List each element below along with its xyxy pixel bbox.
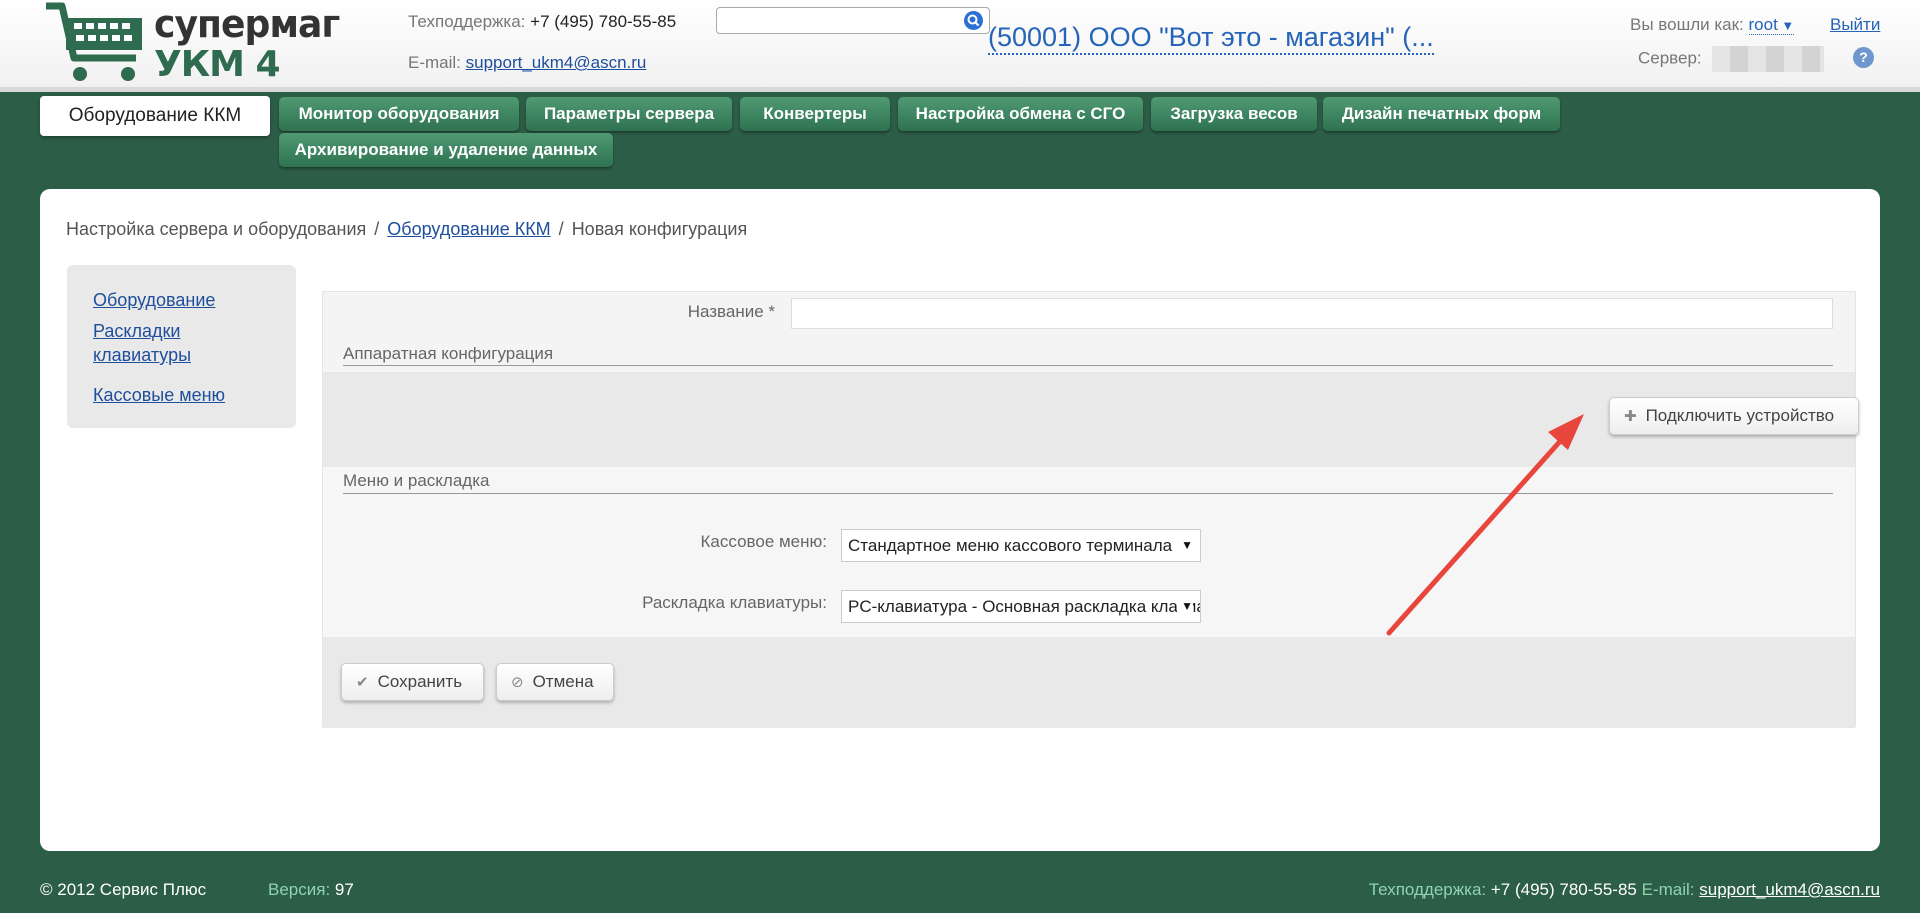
keyboard-layout-select[interactable]: PC-клавиатура - Основная раскладка клави… xyxy=(841,590,1201,623)
app-logo[interactable]: супермаг УКМ 4 xyxy=(44,0,340,88)
tab-kkm-equipment[interactable]: Оборудование ККМ xyxy=(40,96,270,136)
help-icon[interactable]: ? xyxy=(1853,47,1874,68)
plus-icon: ✚ xyxy=(1624,408,1637,425)
support-label: Техподдержка: xyxy=(408,12,526,31)
footer-email-link[interactable]: support_ukm4@ascn.ru xyxy=(1699,880,1880,899)
section-divider xyxy=(343,365,1833,366)
dropdown-arrow-icon: ▼ xyxy=(1177,591,1193,622)
hardware-config-area: ✚ Подключить устройство xyxy=(323,372,1859,467)
email-link[interactable]: support_ukm4@ascn.ru xyxy=(466,53,647,72)
header-email: E-mail: support_ukm4@ascn.ru xyxy=(408,53,646,73)
breadcrumb-separator: / xyxy=(558,219,564,239)
breadcrumb-separator: / xyxy=(374,219,380,239)
footer-version: Версия: 97 xyxy=(268,880,354,900)
name-row: Название * Аппаратная конфигурация xyxy=(323,292,1855,370)
form-actions: ✔ Сохранить ⊘ Отмена xyxy=(323,637,1855,728)
hw-section-title: Аппаратная конфигурация xyxy=(343,344,554,363)
logged-in-label: Вы вошли как: xyxy=(1630,15,1744,34)
login-info: Вы вошли как: root ▼ xyxy=(1630,15,1795,35)
save-label: Сохранить xyxy=(377,672,463,691)
username[interactable]: root xyxy=(1749,15,1778,34)
tab-converters[interactable]: Конвертеры xyxy=(740,97,890,131)
shopping-cart-icon xyxy=(46,2,142,81)
cancel-button[interactable]: ⊘ Отмена xyxy=(496,663,614,701)
version-label: Версия: xyxy=(268,880,331,899)
logo-subtitle: УКМ 4 xyxy=(154,44,281,85)
dropdown-arrow-icon: ▼ xyxy=(1177,530,1193,561)
sidebar-item-cash-menus[interactable]: Кассовые меню xyxy=(93,383,225,407)
tab-sgo-exchange[interactable]: Настройка обмена с СГО xyxy=(898,97,1143,131)
connect-device-label: Подключить устройство xyxy=(1645,406,1835,425)
user-menu[interactable]: root ▼ xyxy=(1748,15,1795,35)
server-info: Сервер: xyxy=(1638,46,1825,72)
email-label: E-mail: xyxy=(408,53,461,72)
search-input[interactable] xyxy=(716,7,990,34)
support-phone: +7 (495) 780-55-85 xyxy=(530,12,677,31)
save-button[interactable]: ✔ Сохранить xyxy=(341,663,484,701)
name-label: Название * xyxy=(687,302,775,321)
cancel-label: Отмена xyxy=(532,672,594,691)
connect-device-button[interactable]: ✚ Подключить устройство xyxy=(1609,397,1859,435)
logout-link[interactable]: Выйти xyxy=(1830,15,1880,35)
cash-menu-label: Кассовое меню: xyxy=(700,532,827,551)
header: супермаг УКМ 4 Техподдержка: +7 (495) 78… xyxy=(0,0,1920,92)
tab-archiving[interactable]: Архивирование и удаление данных xyxy=(279,133,613,167)
cash-menu-value: Стандартное меню кассового терминала xyxy=(848,536,1173,555)
menu-layout-area: Меню и раскладка Кассовое меню: Стандарт… xyxy=(323,467,1855,637)
configuration-form: Название * Аппаратная конфигурация ✚ Под… xyxy=(322,291,1859,728)
footer-support-phone: +7 (495) 780-55-85 xyxy=(1490,880,1637,899)
menu-section-title: Меню и раскладка xyxy=(343,471,490,490)
sidebar-item-equipment[interactable]: Оборудование xyxy=(93,288,215,312)
breadcrumb-link-kkm[interactable]: Оборудование ККМ xyxy=(387,219,550,239)
server-label: Сервер: xyxy=(1638,48,1702,68)
sidebar-item-keyboard-layouts[interactable]: Раскладки клавиатуры xyxy=(93,319,213,367)
store-selector[interactable]: (50001) ООО "Вот это - магазин" (... xyxy=(988,22,1434,55)
tab-scale-loading[interactable]: Загрузка весов xyxy=(1151,97,1317,131)
footer-email-label: E-mail: xyxy=(1641,880,1695,899)
cancel-icon: ⊘ xyxy=(511,674,524,691)
main-panel: Настройка сервера и оборудования / Оборудо… xyxy=(40,189,1880,851)
tab-server-params[interactable]: Параметры сервера xyxy=(526,97,732,131)
breadcrumb-root: Настройка сервера и оборудования xyxy=(66,219,367,239)
server-value-redacted xyxy=(1712,46,1825,72)
checkmark-icon: ✔ xyxy=(356,674,369,691)
footer-support-label: Техподдержка: xyxy=(1368,880,1487,899)
tab-print-forms-design[interactable]: Дизайн печатных форм xyxy=(1323,97,1560,131)
tab-equipment-monitor[interactable]: Монитор оборудования xyxy=(279,97,519,131)
logo-title: супермаг xyxy=(154,2,340,46)
breadcrumb: Настройка сервера и оборудования / Оборудо… xyxy=(66,219,747,240)
section-divider xyxy=(343,493,1833,494)
header-support: Техподдержка: +7 (495) 780-55-85 xyxy=(408,12,676,32)
cash-menu-select[interactable]: Стандартное меню кассового терминала ▼ xyxy=(841,529,1201,562)
sidebar: Оборудование Раскладки клавиатуры Кассов… xyxy=(67,265,296,428)
chevron-down-icon[interactable]: ▼ xyxy=(1778,18,1794,33)
footer-support: Техподдержка: +7 (495) 780-55-85 E-mail:… xyxy=(1369,880,1880,900)
name-input[interactable] xyxy=(791,298,1833,329)
search-icon[interactable] xyxy=(964,11,983,30)
breadcrumb-current: Новая конфигурация xyxy=(571,219,748,239)
footer-copyright: © 2012 Сервис Плюс xyxy=(40,880,207,899)
keyboard-layout-value: PC-клавиатура - Основная раскладка клави… xyxy=(848,597,1200,616)
keyboard-layout-label: Раскладка клавиатуры: xyxy=(642,593,827,612)
version-value: 97 xyxy=(334,880,354,899)
